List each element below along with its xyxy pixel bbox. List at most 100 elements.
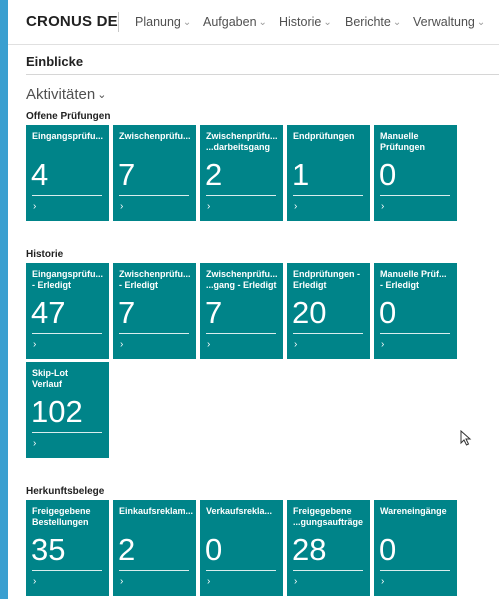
group-label-historie: Historie (26, 249, 64, 260)
chevron-right-icon: › (120, 201, 124, 212)
chevron-right-icon: › (207, 339, 211, 350)
nav-divider (118, 12, 119, 32)
chevron-down-icon: ⌄ (97, 89, 107, 101)
company-name[interactable]: CRONUS DE (26, 13, 118, 30)
tile-zwischenpruefungen-arbeitsgang[interactable]: Zwischenprüfu... ...darbeitsgang 2 › (200, 125, 283, 221)
tile-zwischenpruefungen-erledigt[interactable]: Zwischenprüfu... - Erledigt 7 › (113, 263, 196, 359)
tile-divider (206, 570, 276, 571)
tile-value: 102 (31, 394, 83, 429)
tile-divider (380, 333, 450, 334)
chevron-down-icon: ⌄ (476, 17, 486, 28)
tile-freigegebene-bestellungen[interactable]: Freigegebene Bestellungen 35 › (26, 500, 109, 596)
chevron-down-icon: ⌄ (182, 17, 192, 28)
tile-value: 0 (205, 532, 223, 567)
tile-divider (119, 570, 189, 571)
chevron-right-icon: › (33, 438, 37, 449)
tile-divider (206, 333, 276, 334)
top-navigation: CRONUS DE Planung ⌄ Aufgaben ⌄ Historie ⌄ B… (8, 0, 499, 45)
chevron-down-icon: ⌄ (392, 17, 402, 28)
tile-divider (380, 195, 450, 196)
tile-label: Zwischenprüfu... (119, 131, 191, 141)
chevron-right-icon: › (294, 201, 298, 212)
tile-label: Skip-Lot Verlauf (32, 368, 68, 389)
tile-endpruefungen[interactable]: Endprüfungen 1 › (287, 125, 370, 221)
tile-label: Einkaufsreklam... (119, 506, 193, 516)
group-label-offene-pruefungen: Offene Prüfungen (26, 111, 111, 122)
tile-divider (206, 195, 276, 196)
tile-label: Eingangsprüfu... (32, 131, 103, 141)
chevron-right-icon: › (207, 576, 211, 587)
tile-zwischenpruefungen[interactable]: Zwischenprüfu... 7 › (113, 125, 196, 221)
chevron-down-icon: ⌄ (258, 17, 267, 28)
chevron-right-icon: › (294, 339, 298, 350)
tile-value: 7 (118, 157, 136, 192)
title-divider (26, 74, 499, 75)
mouse-pointer-icon (460, 430, 472, 446)
tile-endpruefungen-erledigt[interactable]: Endprüfungen - Erledigt 20 › (287, 263, 370, 359)
page-title: Einblicke (26, 54, 84, 69)
tile-eingangspruefungen-erledigt[interactable]: Eingangsprüfu... - Erledigt 47 › (26, 263, 109, 359)
chevron-down-icon: ⌄ (323, 17, 332, 28)
tile-divider (293, 333, 363, 334)
tile-value: 20 (292, 295, 327, 330)
tile-divider (32, 570, 102, 571)
tile-wareneingaenge[interactable]: Wareneingänge 0 › (374, 500, 457, 596)
app-frame: CRONUS DE Planung ⌄ Aufgaben ⌄ Historie ⌄ B… (8, 0, 499, 599)
tile-eingangspruefungen[interactable]: Eingangsprüfu... 4 › (26, 125, 109, 221)
chevron-right-icon: › (207, 201, 211, 212)
tile-divider (32, 195, 102, 196)
tile-freigegebene-fertigungsauftraege[interactable]: Freigegebene ...gungsaufträge 28 › (287, 500, 370, 596)
tile-verkaufsreklamationen[interactable]: Verkaufsrekla... 0 › (200, 500, 283, 596)
tile-label: Endprüfungen - Erledigt (293, 269, 360, 290)
tile-value: 0 (379, 295, 397, 330)
tile-label: Manuelle Prüf... - Erledigt (380, 269, 447, 290)
tile-value: 7 (118, 295, 136, 330)
chevron-right-icon: › (33, 201, 37, 212)
tile-zwischenpruefungen-arbeitsgang-erledigt[interactable]: Zwischenprüfu... ...gang - Erledigt 7 › (200, 263, 283, 359)
chevron-right-icon: › (33, 339, 37, 350)
tile-label: Eingangsprüfu... - Erledigt (32, 269, 103, 290)
tile-label: Manuelle Prüfungen (380, 131, 425, 152)
chevron-right-icon: › (120, 339, 124, 350)
tile-value: 2 (118, 532, 136, 567)
section-toggle-aktivitaeten[interactable]: Aktivitäten ⌄ (26, 86, 106, 103)
tile-divider (32, 432, 102, 433)
nav-item-verwaltung[interactable]: Verwaltung ⌄ (413, 15, 485, 29)
chevron-right-icon: › (381, 576, 385, 587)
tile-divider (293, 195, 363, 196)
tile-skip-lot-verlauf[interactable]: Skip-Lot Verlauf 102 › (26, 362, 109, 458)
chevron-right-icon: › (381, 201, 385, 212)
nav-item-planung[interactable]: Planung ⌄ (135, 15, 191, 29)
tile-manuelle-pruefungen[interactable]: Manuelle Prüfungen 0 › (374, 125, 457, 221)
nav-item-berichte[interactable]: Berichte ⌄ (345, 15, 401, 29)
nav-item-historie[interactable]: Historie ⌄ (279, 15, 332, 29)
tile-value: 28 (292, 532, 327, 567)
tile-label: Freigegebene ...gungsaufträge (293, 506, 364, 527)
chevron-right-icon: › (120, 576, 124, 587)
tile-value: 1 (292, 157, 310, 192)
chevron-right-icon: › (33, 576, 37, 587)
tile-value: 7 (205, 295, 223, 330)
tile-label: Zwischenprüfu... - Erledigt (119, 269, 191, 290)
tile-divider (380, 570, 450, 571)
chevron-right-icon: › (381, 339, 385, 350)
tile-label: Zwischenprüfu... ...gang - Erledigt (206, 269, 278, 290)
tile-label: Verkaufsrekla... (206, 506, 273, 516)
group-label-herkunftsbelege: Herkunftsbelege (26, 486, 105, 497)
tile-divider (119, 333, 189, 334)
tile-divider (32, 333, 102, 334)
tile-value: 35 (31, 532, 66, 567)
tile-value: 2 (205, 157, 223, 192)
tile-divider (293, 570, 363, 571)
chevron-right-icon: › (294, 576, 298, 587)
tile-value: 0 (379, 532, 397, 567)
tile-einkaufsreklamationen[interactable]: Einkaufsreklam... 2 › (113, 500, 196, 596)
tile-label: Freigegebene Bestellungen (32, 506, 91, 527)
tile-value: 4 (31, 157, 49, 192)
tile-value: 47 (31, 295, 66, 330)
tile-divider (119, 195, 189, 196)
nav-item-aufgaben[interactable]: Aufgaben ⌄ (203, 15, 267, 29)
tile-label: Wareneingänge (380, 506, 447, 516)
tile-label: Endprüfungen (293, 131, 355, 141)
tile-manuelle-pruefungen-erledigt[interactable]: Manuelle Prüf... - Erledigt 0 › (374, 263, 457, 359)
